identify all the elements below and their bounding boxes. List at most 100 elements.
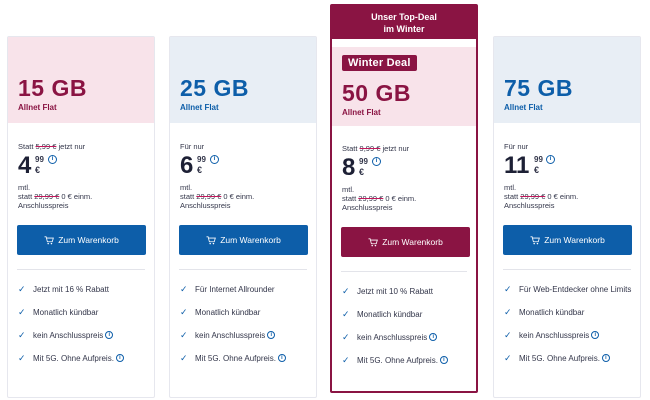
check-icon: ✓ <box>18 307 26 317</box>
feature-item: ✓ Monatlich kündbar <box>18 307 148 318</box>
check-icon: ✓ <box>504 307 512 317</box>
check-icon: ✓ <box>342 332 350 342</box>
price-euros: 8 <box>342 154 356 181</box>
old-setup-price: 29,99 € <box>196 192 222 201</box>
feature-text: Monatlich kündbar <box>195 308 261 317</box>
setup-price: 0 € einm. <box>61 192 93 201</box>
info-icon[interactable]: i <box>277 354 286 362</box>
feature-text: Mit 5G. Ohne Aufpreis. <box>33 354 114 363</box>
old-setup-price: 29,99 € <box>358 194 384 203</box>
button-label: Zum Warenkorb <box>58 235 119 245</box>
price-main: 4 99 € i <box>18 153 146 183</box>
price-currency: € <box>197 165 203 175</box>
check-icon: ✓ <box>342 355 350 365</box>
price-period: mtl. <box>180 183 193 192</box>
info-icon[interactable]: i <box>546 155 555 164</box>
price-currency: € <box>534 165 540 175</box>
plan-name: Allnet Flat <box>180 103 219 112</box>
check-icon: ✓ <box>342 309 350 319</box>
info-icon[interactable]: i <box>429 333 438 341</box>
plan-data-volume: 25 GB <box>180 75 249 101</box>
feature-item: ✓ kein Anschlusspreis i <box>18 330 148 341</box>
add-to-cart-button[interactable]: Zum Warenkorb <box>179 225 308 255</box>
feature-text: Jetzt mit 10 % Rabatt <box>357 287 434 296</box>
price-currency: € <box>359 167 365 177</box>
setup-price: 0 € einm. <box>547 192 579 201</box>
feature-item: ✓ Mit 5G. Ohne Aufpreis. i <box>504 353 634 364</box>
price-cents: 99 <box>197 155 206 164</box>
feature-item: ✓ kein Anschlusspreis i <box>342 332 472 343</box>
feature-text: Mit 5G. Ohne Aufpreis. <box>195 354 276 363</box>
feature-item: ✓ kein Anschlusspreis i <box>504 330 634 341</box>
feature-text: Mit 5G. Ohne Aufpreis. <box>519 354 600 363</box>
price-euros: 4 <box>18 152 32 179</box>
price-cents: 99 <box>534 155 543 164</box>
feature-text: kein Anschlusspreis <box>519 331 590 340</box>
check-icon: ✓ <box>180 284 188 294</box>
old-setup-price: 29,99 € <box>34 192 60 201</box>
info-icon[interactable]: i <box>267 331 276 339</box>
feature-text: Für Internet Allrounder <box>195 285 275 294</box>
winter-deal-badge: Winter Deal <box>342 55 417 71</box>
price-period: mtl. <box>342 185 355 194</box>
top-deal-title: Unser Top-Deal <box>371 12 437 22</box>
price-prefix: Für nur <box>504 142 529 151</box>
price-prefix: Statt <box>18 142 34 151</box>
price-period: mtl. <box>18 183 31 192</box>
plan-name: Allnet Flat <box>504 103 543 112</box>
price-euros: 11 <box>504 152 530 179</box>
add-to-cart-button[interactable]: Zum Warenkorb <box>17 225 146 255</box>
info-icon[interactable]: i <box>591 331 600 339</box>
feature-item: ✓ Mit 5G. Ohne Aufpreis. i <box>180 353 310 364</box>
info-icon[interactable]: i <box>48 155 57 164</box>
info-icon[interactable]: i <box>115 354 124 362</box>
check-icon: ✓ <box>18 330 26 340</box>
info-icon[interactable]: i <box>601 354 610 362</box>
setup-fee: statt 29,99 € 0 € einm. <box>342 194 470 203</box>
feature-item: ✓ kein Anschlusspreis i <box>180 330 310 341</box>
feature-list: ✓ Jetzt mit 16 % Rabatt ✓ Monatlich kündba… <box>18 284 148 376</box>
plan-data-volume: 15 GB <box>18 75 87 101</box>
add-to-cart-button[interactable]: Zum Warenkorb <box>341 227 470 257</box>
feature-text: Monatlich kündbar <box>519 308 585 317</box>
feature-text: Monatlich kündbar <box>357 310 423 319</box>
plan-data-volume: 75 GB <box>504 75 573 101</box>
setup-prefix: statt <box>18 192 33 201</box>
plan-header: 15 GB Allnet Flat <box>8 37 154 123</box>
add-to-cart-button[interactable]: Zum Warenkorb <box>503 225 632 255</box>
info-icon[interactable]: i <box>105 331 114 339</box>
feature-item: ✓ Für Internet Allrounder <box>180 284 310 295</box>
plan-name: Allnet Flat <box>18 103 57 112</box>
setup-label: Anschlusspreis <box>18 201 69 210</box>
button-label: Zum Warenkorb <box>544 235 605 245</box>
price-euros: 6 <box>180 152 194 179</box>
info-icon[interactable]: i <box>372 157 381 166</box>
old-price: 9,99 € <box>359 144 381 153</box>
setup-label: Anschlusspreis <box>342 203 393 212</box>
feature-item: ✓ Jetzt mit 16 % Rabatt <box>18 284 148 295</box>
check-icon: ✓ <box>180 330 188 340</box>
price-note: Statt 9,99 € jetzt nur <box>342 144 470 154</box>
setup-prefix: statt <box>180 192 195 201</box>
button-label: Zum Warenkorb <box>220 235 281 245</box>
cart-icon <box>530 235 541 244</box>
check-icon: ✓ <box>504 284 512 294</box>
check-icon: ✓ <box>180 353 188 363</box>
feature-text: Mit 5G. Ohne Aufpreis. <box>357 356 438 365</box>
price-block: Für nur 6 99 € i mtl. statt 29,99 € 0 € … <box>180 142 308 210</box>
price-currency: € <box>35 165 41 175</box>
plan-card-15gb: 15 GB Allnet Flat Statt 5,99 € jetzt nur… <box>7 36 155 398</box>
info-icon[interactable]: i <box>210 155 219 164</box>
plan-header: 75 GB Allnet Flat <box>494 37 640 123</box>
price-cents: 99 <box>35 155 44 164</box>
feature-text: kein Anschlusspreis <box>33 331 104 340</box>
price-note: Für nur <box>504 142 632 152</box>
feature-item: ✓ Monatlich kündbar <box>180 307 310 318</box>
divider <box>179 269 307 270</box>
feature-text: Monatlich kündbar <box>33 308 99 317</box>
feature-list: ✓ Für Internet Allrounder ✓ Monatlich künd… <box>180 284 310 376</box>
plan-header: 25 GB Allnet Flat <box>170 37 316 123</box>
price-main: 11 99 € i <box>504 153 632 183</box>
top-deal-subtitle: im Winter <box>383 24 425 34</box>
info-icon[interactable]: i <box>439 356 448 364</box>
